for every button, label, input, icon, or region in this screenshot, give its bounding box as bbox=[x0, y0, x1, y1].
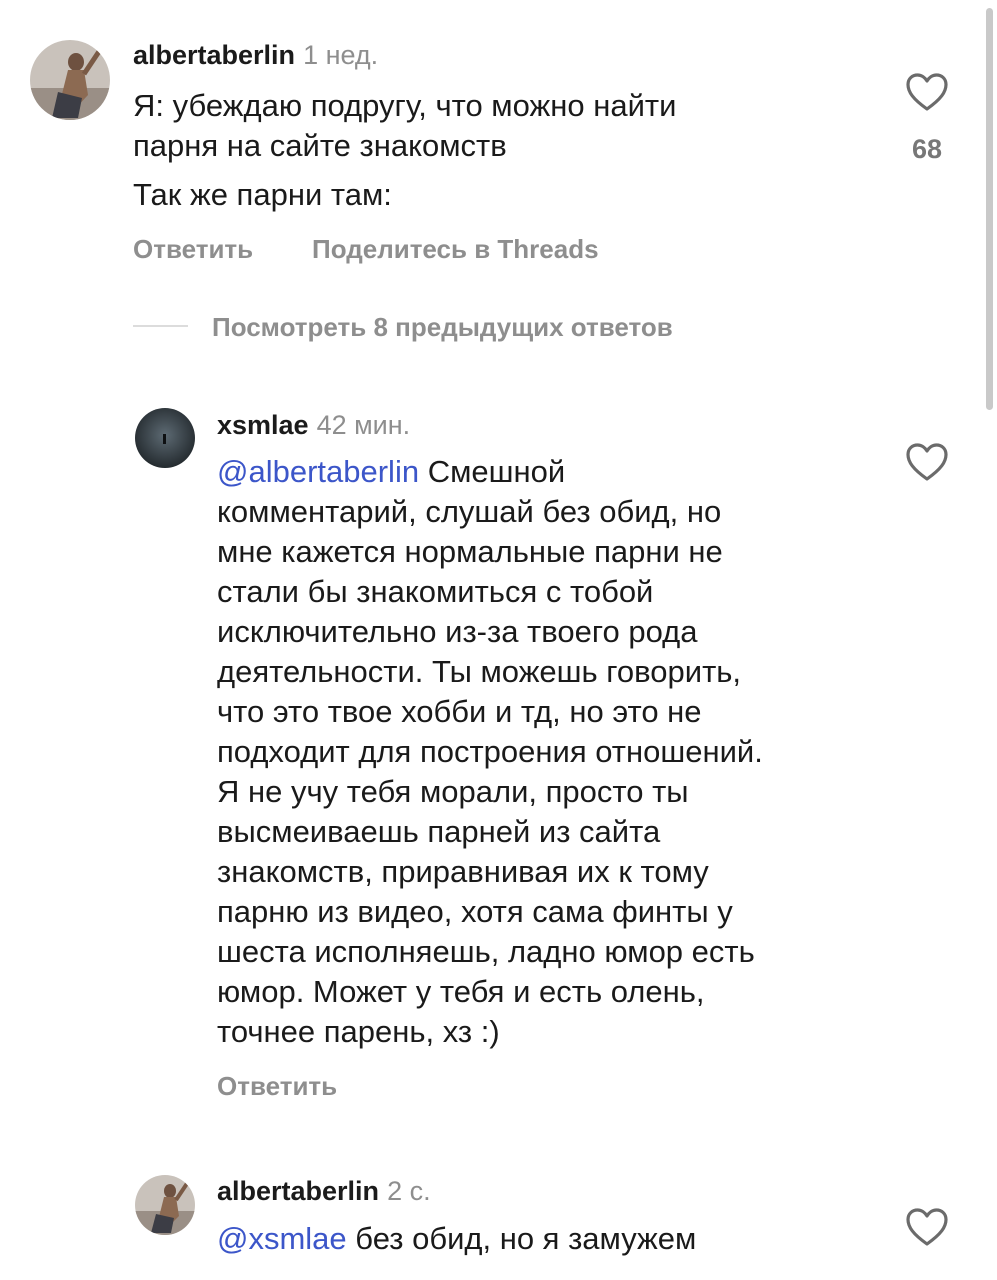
avatar[interactable] bbox=[135, 408, 195, 468]
comment-line: подходит для построения отношений. bbox=[217, 734, 763, 769]
username[interactable]: xsmlae bbox=[217, 410, 309, 440]
comment-text-start: Смешной bbox=[419, 454, 566, 489]
comment-line: шеста исполняешь, ладно юмор есть bbox=[217, 934, 755, 969]
comment-header: albertaberlin 1 нед. bbox=[133, 40, 378, 71]
username[interactable]: albertaberlin bbox=[217, 1176, 379, 1206]
comment-text: @albertaberlin Смешной комментарий, слуш… bbox=[217, 452, 877, 1052]
comment-line: знакомств, приравнивая их к тому bbox=[217, 854, 709, 889]
like-button[interactable] bbox=[905, 1207, 949, 1252]
view-replies-button[interactable]: Посмотреть 8 предыдущих ответов bbox=[212, 312, 673, 343]
comment-text: @xsmlae без обид, но я замужем bbox=[217, 1219, 877, 1259]
scrollbar[interactable] bbox=[986, 8, 993, 410]
comment-line: что это твое хобби и тд, но это не bbox=[217, 694, 702, 729]
comment-line: @albertaberlin Смешной bbox=[217, 452, 877, 492]
comment-line: Я: убеждаю подругу, что можно найти bbox=[133, 88, 677, 123]
avatar[interactable] bbox=[30, 40, 110, 120]
comment-line: Я не учу тебя морали, просто ты bbox=[217, 774, 689, 809]
replies-divider bbox=[133, 325, 188, 327]
mention-link[interactable]: @albertaberlin bbox=[217, 454, 419, 489]
heart-icon bbox=[906, 73, 948, 111]
comment-line: деятельности. Ты можешь говорить, bbox=[217, 654, 742, 689]
heart-icon bbox=[906, 443, 948, 481]
comment-extra-text: Так же парни там: bbox=[133, 177, 392, 212]
comment-line: парню из видео, хотя сама финты у bbox=[217, 894, 733, 929]
reply-button[interactable]: Ответить bbox=[133, 234, 253, 265]
comment-text: Я: убеждаю подругу, что можно найти парн… bbox=[133, 86, 873, 166]
comment-line: исключительно из-за твоего рода bbox=[217, 614, 698, 649]
comment-header: xsmlae 42 мин. bbox=[217, 410, 410, 441]
share-threads-button[interactable]: Поделитесь в Threads bbox=[312, 234, 599, 265]
avatar[interactable] bbox=[135, 1175, 195, 1235]
comment-line: комментарий, слушай без обид, но bbox=[217, 494, 722, 529]
comment-line: высмеиваешь парней из сайта bbox=[217, 814, 661, 849]
like-button[interactable] bbox=[905, 442, 949, 487]
comment-line: парня на сайте знакомств bbox=[133, 128, 507, 163]
username[interactable]: albertaberlin bbox=[133, 40, 295, 70]
comment-text-body: без обид, но я замужем bbox=[346, 1221, 697, 1256]
timestamp: 2 с. bbox=[387, 1176, 431, 1206]
comment-header: albertaberlin 2 с. bbox=[217, 1176, 431, 1207]
comment-line: точнее парень, хз :) bbox=[217, 1014, 500, 1049]
timestamp: 1 нед. bbox=[303, 40, 379, 70]
like-count: 68 bbox=[911, 134, 943, 164]
like-button[interactable] bbox=[905, 72, 949, 117]
mention-link[interactable]: @xsmlae bbox=[217, 1221, 347, 1256]
timestamp: 42 мин. bbox=[316, 410, 411, 440]
reply-button[interactable]: Ответить bbox=[217, 1071, 337, 1102]
comment-line: стали бы знакомиться с тобой bbox=[217, 574, 654, 609]
heart-icon bbox=[906, 1208, 948, 1246]
comment-line: мне кажется нормальные парни не bbox=[217, 534, 723, 569]
comment-line: юмор. Может у тебя и есть олень, bbox=[217, 974, 705, 1009]
